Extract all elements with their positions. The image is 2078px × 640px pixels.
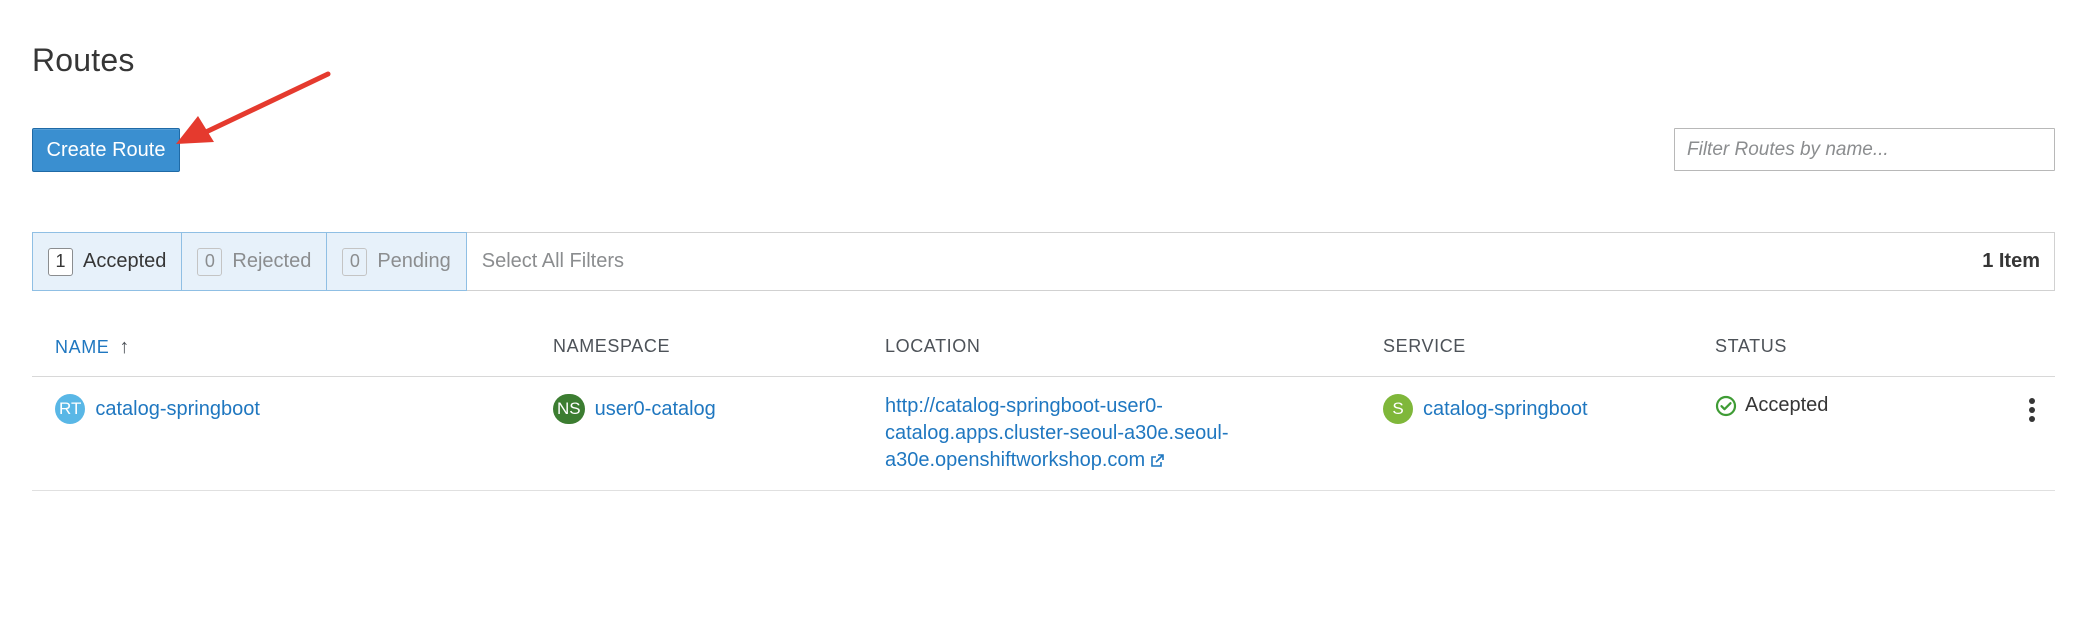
location-line-1: http://catalog-springboot-user0- [885,395,1163,417]
service-badge: S [1383,394,1413,424]
filter-chip-pending[interactable]: 0 Pending [327,232,467,291]
namespace-badge: NS [553,394,585,424]
column-header-name[interactable]: NAME ↑ [55,336,130,359]
external-link-icon [1151,453,1164,467]
table-row: RT catalog-springboot NS user0-catalog h… [32,378,2055,491]
column-header-status[interactable]: STATUS [1715,336,1787,357]
column-header-namespace[interactable]: NAMESPACE [553,336,670,357]
filter-routes-input[interactable] [1674,128,2055,171]
filter-label-pending: Pending [377,250,451,272]
namespace-cell: NS user0-catalog [553,394,716,424]
filter-chip-accepted[interactable]: 1 Accepted [32,232,183,291]
location-line-3: a30e.openshiftworkshop.com [885,449,1146,471]
filter-count-rejected: 0 [197,247,223,276]
status-text: Accepted [1745,394,1829,416]
filter-chip-rejected[interactable]: 0 Rejected [182,232,328,291]
item-count: 1 Item [1982,250,2040,272]
status-filter-bar: 1 Accepted 0 Rejected 0 Pending Select A… [32,232,2055,291]
namespace-link[interactable]: user0-catalog [595,398,716,421]
filter-label-rejected: Rejected [232,250,312,272]
row-actions-kebab-icon[interactable] [2022,394,2042,426]
route-badge: RT [55,394,86,424]
filter-count-pending: 0 [342,247,368,276]
create-route-button[interactable]: Create Route [32,128,180,172]
route-location-link[interactable]: http://catalog-springboot-user0- catalog… [885,393,1285,474]
filter-count-accepted: 1 [48,247,73,276]
column-header-name-label: NAME [55,337,110,357]
page-title: Routes [32,42,135,78]
service-link[interactable]: catalog-springboot [1423,398,1588,421]
select-all-filters-link[interactable]: Select All Filters [467,233,624,290]
check-circle-icon [1715,395,1737,416]
service-cell: S catalog-springboot [1383,394,1588,424]
route-name-link[interactable]: catalog-springboot [95,398,260,421]
column-header-location[interactable]: LOCATION [885,336,980,357]
table-header: NAME ↑ NAMESPACE LOCATION SERVICE STATUS [32,328,2055,377]
sort-ascending-icon: ↑ [119,336,131,358]
filter-label-accepted: Accepted [83,250,167,272]
status-cell: Accepted [1715,394,1828,417]
annotation-arrow-icon [176,71,331,144]
column-header-service[interactable]: SERVICE [1383,336,1466,357]
route-name-cell: RT catalog-springboot [55,394,260,424]
location-line-2: catalog.apps.cluster-seoul-a30e.seoul- [885,422,1229,444]
